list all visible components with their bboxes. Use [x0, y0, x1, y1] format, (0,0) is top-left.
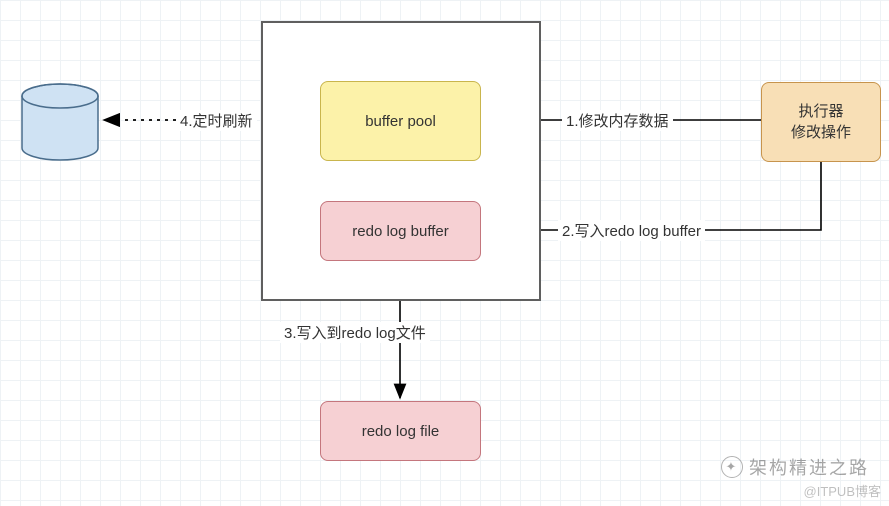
wechat-icon: ✦ [721, 456, 743, 478]
watermark-sub: @ITPUB博客 [804, 481, 881, 500]
executor-label-2: 修改操作 [791, 122, 851, 143]
arrow-label-1: 1.修改内存数据 [562, 110, 673, 131]
redolog-file-node: redo log file [320, 401, 481, 461]
redolog-buffer-label: redo log buffer [352, 221, 448, 242]
executor-node: 执行器 修改操作 [761, 82, 881, 162]
database-cylinder-icon [20, 82, 100, 162]
watermark-main-text: 架构精进之路 [749, 454, 869, 480]
arrow-label-2: 2.写入redo log buffer [558, 220, 705, 241]
buffer-pool-node: buffer pool [320, 81, 481, 161]
buffer-pool-label: buffer pool [365, 111, 436, 132]
arrow-label-3: 3.写入到redo log文件 [280, 322, 430, 343]
redolog-file-label: redo log file [362, 421, 440, 442]
redolog-buffer-node: redo log buffer [320, 201, 481, 261]
executor-label-1: 执行器 [791, 101, 851, 122]
arrow-label-4: 4.定时刷新 [176, 110, 257, 131]
watermark-main: ✦ 架构精进之路 [721, 454, 869, 480]
